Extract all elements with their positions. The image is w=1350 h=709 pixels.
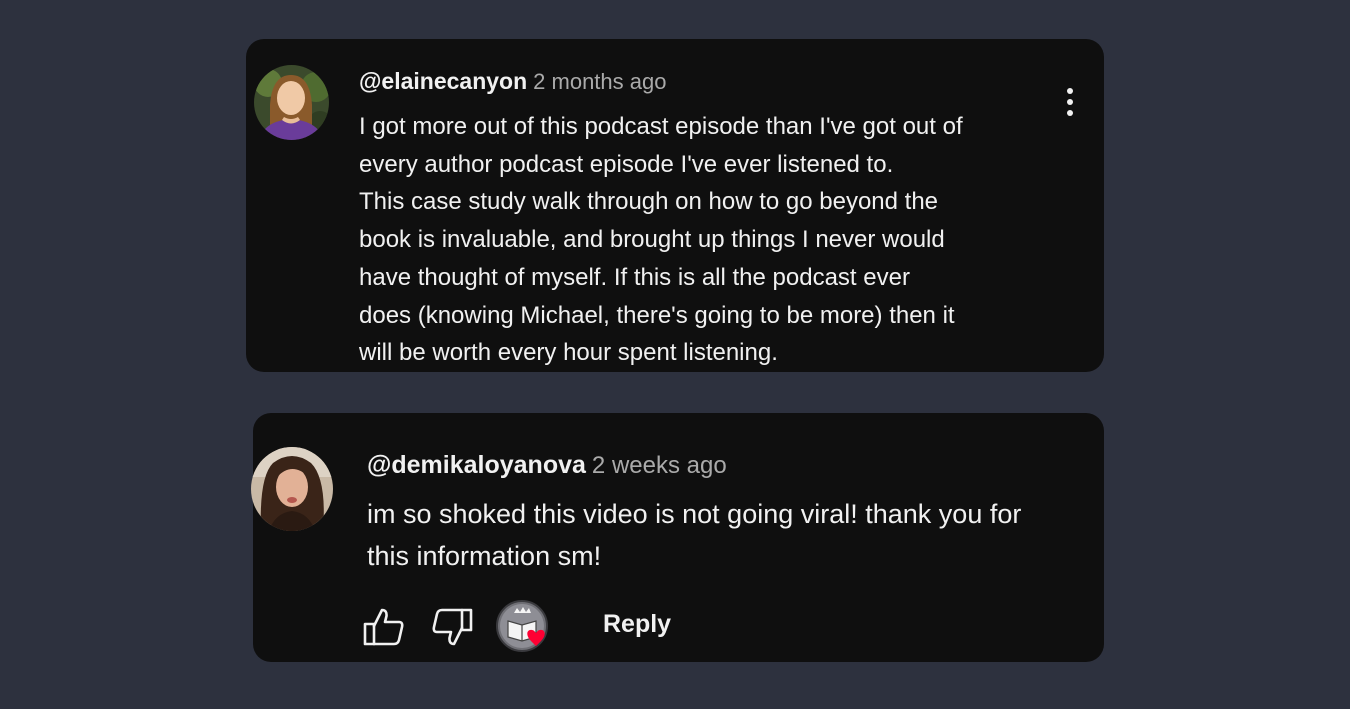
reply-button[interactable]: Reply [603, 612, 671, 637]
author-handle[interactable]: @elainecanyon [359, 68, 527, 94]
avatar[interactable] [254, 65, 329, 140]
dislike-button[interactable] [431, 606, 473, 648]
comment-timestamp[interactable]: 2 months ago [533, 69, 666, 94]
comment-text-line: book is invaluable, and brought up thing… [359, 226, 945, 254]
comment-text-line: This case study walk through on how to g… [359, 188, 939, 216]
like-button[interactable] [363, 606, 405, 648]
avatar[interactable] [251, 447, 333, 531]
thumbs-up-icon [363, 608, 404, 646]
author-handle[interactable]: @demikaloyanova [367, 451, 586, 479]
comment-card-elainecanyon: @elainecanyon 2 months ago I got more out… [246, 39, 1104, 372]
comment-text-line: this information sm! [367, 541, 602, 571]
comment-text-line: does (knowing Michael, there's going to … [359, 301, 955, 329]
comment-timestamp[interactable]: 2 weeks ago [592, 452, 727, 479]
comment-text-line: I got more out of this podcast episode t… [359, 113, 963, 140]
comment-card-demikaloyanova: @demikaloyanova 2 weeks ago im so shoked … [251, 413, 1104, 662]
comment-actions: Reply [363, 599, 763, 653]
comment-text-line: im so shoked this video is not going vir… [367, 499, 1022, 529]
creator-heart-icon[interactable] [496, 599, 554, 655]
comment-header: @demikaloyanova 2 weeks ago [367, 453, 727, 478]
comment-header: @elainecanyon 2 months ago [359, 70, 666, 93]
comment-text-line: will be worth every hour spent listening… [359, 339, 778, 367]
comment-text-line: every author podcast episode I've ever l… [359, 150, 894, 178]
comment-text: I got more out of this podcast episode t… [359, 108, 1059, 372]
more-vertical-icon[interactable] [1058, 87, 1082, 121]
comment-text: im so shoked this video is not going vir… [367, 493, 1097, 577]
thumbs-down-icon [432, 608, 473, 646]
comment-text-line: have thought of myself. If this is all t… [359, 263, 910, 291]
